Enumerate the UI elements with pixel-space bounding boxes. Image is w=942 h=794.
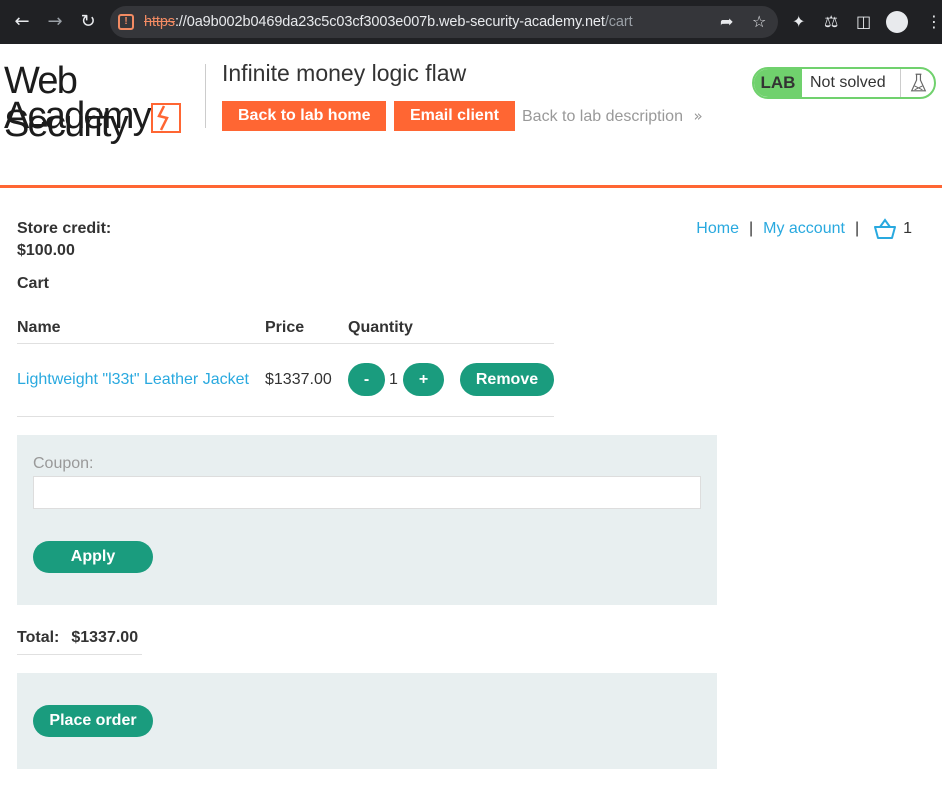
cart-basket-icon[interactable] [873, 218, 897, 240]
nav-separator: | [748, 220, 754, 237]
decrease-quantity-button[interactable]: - [348, 363, 385, 396]
url-separator: :// [174, 14, 187, 30]
store-credit-value: $100.00 [17, 242, 75, 259]
logo-line2: Academy [4, 95, 152, 137]
my-account-link[interactable]: My account [763, 220, 845, 238]
address-bar[interactable]: ! https://0a9b002b0469da23c5c03cf3003e00… [110, 6, 778, 38]
home-link[interactable]: Home [696, 220, 739, 238]
cart-heading: Cart [17, 275, 50, 292]
logo-bolt-icon [151, 103, 181, 133]
column-header-name: Name [17, 319, 61, 336]
bookmark-star-icon[interactable]: ☆ [752, 12, 766, 31]
store-credit-label: Store credit: [17, 220, 112, 237]
lab-title: Infinite money logic flaw [222, 60, 467, 86]
apply-coupon-button[interactable]: Apply [33, 541, 153, 573]
back-to-description-label: Back to lab description [522, 108, 683, 125]
reload-icon[interactable]: ↻ [78, 12, 98, 32]
url-scheme: https [144, 14, 175, 30]
column-header-price: Price [265, 319, 305, 336]
back-to-lab-home-button[interactable]: Back to lab home [222, 101, 387, 131]
double-chevron-right-icon: » [693, 107, 703, 125]
not-secure-icon[interactable]: ! [118, 14, 134, 30]
total-divider [17, 654, 142, 655]
place-order-form: Place order [17, 673, 717, 769]
nav-separator: | [854, 220, 860, 237]
place-order-button[interactable]: Place order [33, 705, 153, 737]
cart-count[interactable]: 1 [903, 220, 912, 238]
total-row: Total: $1337.00 [17, 629, 138, 647]
flask-icon[interactable]: ⚖ [824, 12, 838, 31]
lab-status-text: Not solved [810, 74, 886, 91]
back-to-lab-description-link[interactable]: Back to lab description » [522, 107, 703, 126]
coupon-input[interactable] [33, 476, 701, 509]
forward-arrow-icon[interactable]: → [45, 12, 65, 32]
coupon-label: Coupon: [33, 455, 94, 472]
product-quantity: 1 [389, 371, 398, 388]
extensions-icon[interactable]: ✦ [792, 12, 805, 31]
url-text[interactable]: https://0a9b002b0469da23c5c03cf3003e007b… [144, 14, 633, 30]
web-security-academy-logo[interactable]: Web Security Academy [4, 60, 204, 145]
share-icon[interactable]: ➦ [720, 12, 733, 31]
total-label: Total: [17, 629, 60, 646]
kebab-menu-icon[interactable]: ⋮ [926, 12, 942, 31]
header-divider [205, 64, 206, 128]
lab-status-widget: LAB Not solved [752, 67, 936, 99]
lab-flask-icon [900, 69, 927, 97]
product-link[interactable]: Lightweight "l33t" Leather Jacket [17, 371, 249, 389]
total-value: $1337.00 [71, 629, 139, 646]
url-path: /cart [604, 14, 633, 30]
lab-header: Web Security Academy Infinite money logi… [0, 44, 942, 188]
lab-tag: LAB [754, 69, 802, 97]
remove-button[interactable]: Remove [460, 363, 554, 396]
profile-avatar-icon[interactable] [886, 11, 908, 33]
product-price: $1337.00 [265, 371, 332, 388]
browser-toolbar: ← → ↻ ! https://0a9b002b0469da23c5c03cf3… [0, 0, 942, 44]
table-divider [17, 343, 554, 344]
url-host: 0a9b002b0469da23c5c03cf3003e007b.web-sec… [186, 14, 605, 30]
coupon-form: Coupon: Apply [17, 435, 717, 605]
back-arrow-icon[interactable]: ← [12, 12, 32, 32]
table-divider [17, 416, 554, 417]
side-panel-icon[interactable]: ◫ [856, 12, 871, 31]
email-client-button[interactable]: Email client [394, 101, 515, 131]
increase-quantity-button[interactable]: + [403, 363, 444, 396]
column-header-quantity: Quantity [348, 319, 413, 336]
account-nav: Home | My account | 1 [696, 218, 912, 240]
